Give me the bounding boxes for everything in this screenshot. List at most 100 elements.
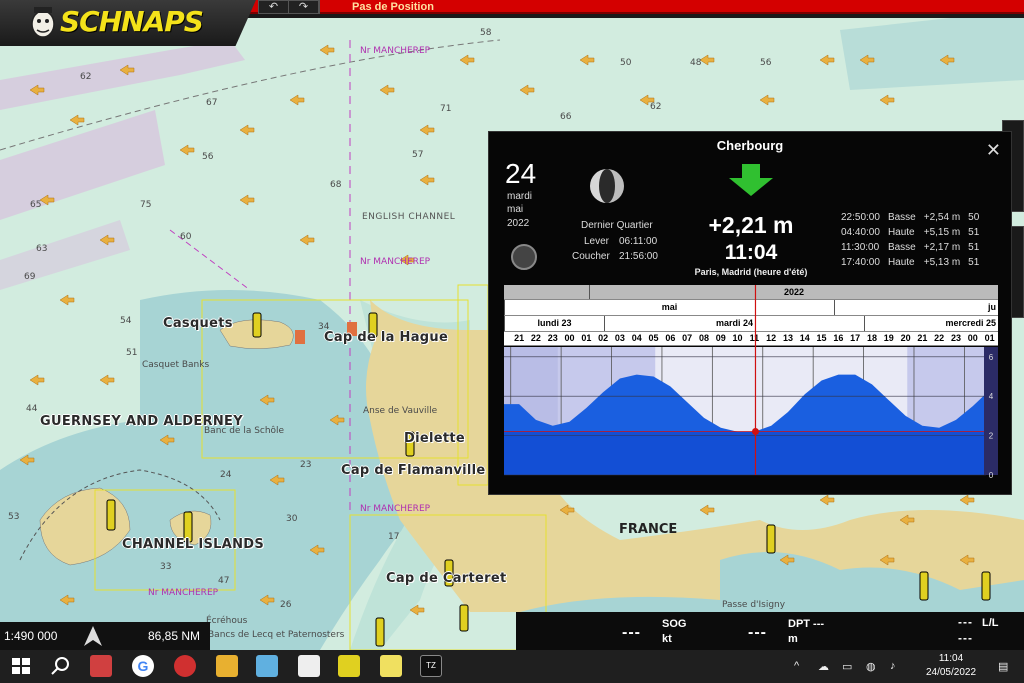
distance-value: 86,85 NM — [148, 629, 201, 643]
moon-phase-icon — [590, 169, 624, 203]
schnaps-app: Casquets Cap de la Hague GUERNSEY AND AL… — [0, 0, 1024, 683]
app-icon[interactable] — [256, 655, 278, 677]
hour-tick-label: 16 — [833, 333, 844, 343]
tide-chart[interactable]: 2022 mai ju lundi 23 mardi 24 mercredi 2… — [504, 285, 998, 480]
hour-tick-label: 08 — [698, 333, 709, 343]
undo-button[interactable]: ↶ — [259, 1, 289, 13]
tide-extreme-row: 11:30:00 Basse +2,17 m 51 — [837, 240, 983, 255]
weather-icon[interactable]: ☁ — [818, 660, 829, 673]
hour-tick-label: 12 — [766, 333, 777, 343]
depth-sounding: 17 — [388, 532, 400, 542]
place-casquets[interactable]: Casquets — [163, 316, 233, 331]
battery-icon[interactable]: ▭ — [842, 660, 852, 673]
depth-sounding: 75 — [140, 200, 152, 210]
tide-extreme-coef: 51 — [968, 227, 980, 238]
hour-tick-label: 23 — [547, 333, 558, 343]
logo-text: SCHNAPS — [60, 5, 204, 38]
hour-tick-label: 02 — [598, 333, 609, 343]
place-france[interactable]: FRANCE — [619, 522, 677, 537]
tide-extreme-time: 04:40:00 — [841, 227, 880, 238]
place-dielette[interactable]: Dielette — [404, 431, 465, 446]
tide-extreme-time: 17:40:00 — [841, 257, 880, 268]
hour-tick-label: 09 — [715, 333, 726, 343]
depth-sounding: 48 — [690, 58, 702, 68]
hour-tick-label: 00 — [967, 333, 978, 343]
depth-sounding: 23 — [300, 460, 312, 470]
clock-time: 11:04 — [938, 653, 964, 664]
clock[interactable]: 11:04 24/05/2022 — [916, 653, 986, 678]
dpt-unit: m — [788, 633, 798, 645]
day-current-label: mardi 24 — [604, 316, 864, 331]
depth-sounding: 62 — [650, 102, 662, 112]
tide-extreme-time: 22:50:00 — [841, 212, 880, 223]
tide-falling-arrow-icon — [729, 164, 773, 196]
y-tick-label: 2 — [989, 432, 994, 441]
label-passe-isigny: Passe d'Isigny — [722, 600, 786, 610]
depth-sounding: 63 — [36, 244, 48, 254]
hour-tick-label: 10 — [732, 333, 743, 343]
hour-tick-label: 05 — [648, 333, 659, 343]
tide-extreme-type: Haute — [887, 227, 915, 238]
label-banc-schole: Banc de la Schôle — [204, 426, 285, 436]
label-ecrehous: Écréhous — [206, 616, 248, 626]
file-explorer-icon[interactable] — [216, 655, 238, 677]
place-channel-islands[interactable]: CHANNEL ISLANDS — [122, 537, 264, 552]
sog-unit: kt — [662, 633, 672, 645]
north-arrow-icon[interactable] — [84, 626, 102, 646]
app-logo[interactable]: SCHNAPS — [0, 0, 256, 46]
tide-extreme-height: +2,17 m — [923, 242, 961, 253]
tide-extreme-row: 17:40:00 Haute +5,13 m 51 — [837, 255, 983, 270]
tide-extreme-height: +2,54 m — [923, 212, 961, 223]
chart-scale: 1:490 000 — [4, 629, 58, 643]
label-casquet-banks: Casquet Banks — [142, 360, 210, 370]
timezero-icon[interactable]: TZ — [420, 655, 442, 677]
volume-icon[interactable]: ♪ — [890, 660, 896, 672]
hour-tick-label: 14 — [799, 333, 810, 343]
position-status-text: Pas de Position — [352, 1, 434, 13]
depth-sounding: 33 — [160, 562, 172, 572]
tide-extreme-type: Basse — [887, 242, 916, 253]
app-alert-icon[interactable] — [174, 655, 196, 677]
position-status-bar: Pas de Position — [246, 0, 1024, 14]
tide-extreme-coef: 50 — [968, 212, 980, 223]
hour-tick-label: 15 — [816, 333, 827, 343]
label-lecq-paternosters: Bancs de Lecq et Paternosters — [208, 630, 345, 640]
year-label: 2022 — [589, 285, 998, 299]
hour-tick-label: 18 — [866, 333, 877, 343]
chrome-icon[interactable]: G — [132, 655, 154, 677]
y-axis-strip — [984, 347, 998, 475]
store-icon[interactable] — [90, 655, 112, 677]
dpt-value: --- — [748, 624, 767, 641]
hour-tick-label: 20 — [900, 333, 911, 343]
depth-sounding: 51 — [126, 348, 138, 358]
hour-tick-label: 19 — [883, 333, 894, 343]
search-icon[interactable] — [50, 655, 72, 677]
hour-tick-label: 22 — [530, 333, 541, 343]
network-icon[interactable]: ◍ — [866, 660, 876, 673]
notifications-icon[interactable]: ▤ — [998, 660, 1008, 673]
place-cap-de-carteret[interactable]: Cap de Carteret — [386, 571, 507, 586]
sog-value: --- — [622, 624, 641, 641]
y-tick-label: 0 — [989, 471, 994, 480]
notepad-icon[interactable] — [298, 655, 320, 677]
redo-button[interactable]: ↷ — [289, 1, 319, 13]
hour-tick-label: 21 — [917, 333, 928, 343]
place-cap-de-flamanville[interactable]: Cap de Flamanville — [341, 463, 486, 478]
close-icon[interactable]: ✕ — [986, 140, 1001, 161]
depth-sounding: 24 — [220, 470, 232, 480]
tide-extreme-type: Haute — [887, 257, 915, 268]
hour-tick-label: 01 — [984, 333, 995, 343]
year-row: 2022 — [504, 285, 998, 300]
hour-tick-label: 17 — [850, 333, 861, 343]
lon-value: --- — [958, 631, 973, 645]
windows-taskbar: G TZ ^ ☁ ▭ ◍ ♪ 11:04 24/05/2022 ▤ — [0, 650, 1024, 683]
hour-tick-label: 01 — [581, 333, 592, 343]
schnaps-taskbar-icon[interactable] — [338, 655, 360, 677]
tray-chevron-icon[interactable]: ^ — [794, 660, 799, 672]
tide-curve-plot[interactable]: 6420 — [504, 285, 998, 480]
sticky-notes-icon[interactable] — [380, 655, 402, 677]
place-cap-de-la-hague[interactable]: Cap de la Hague — [324, 330, 448, 345]
windows-start-icon[interactable] — [10, 655, 32, 677]
hour-tick-label: 23 — [950, 333, 961, 343]
low-water-band — [504, 431, 998, 475]
